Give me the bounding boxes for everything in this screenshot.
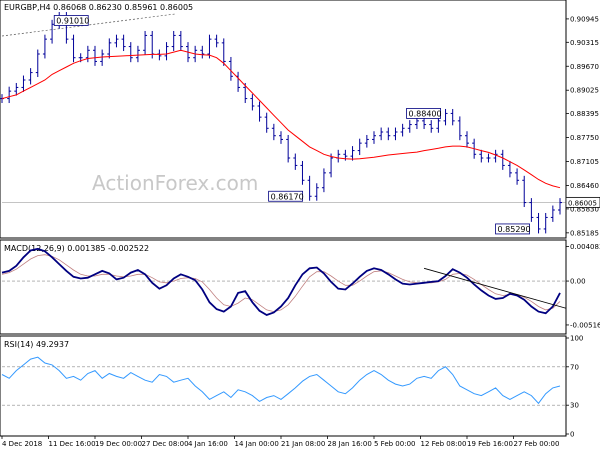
rsi-y-tick-label: 100: [570, 335, 583, 343]
x-tick-label: 19 Dec 00:00: [95, 440, 142, 448]
macd-title: MACD(12,26,9) 0.001385 -0.002522: [4, 244, 149, 253]
macd-y-tick-label: 0.00: [570, 278, 586, 286]
price-y-tick-label: 0.90945: [570, 15, 599, 23]
price-callout: 0.85290: [495, 223, 531, 235]
eurgbp-chart: ActionForex.com EURGBP,H4 0.86068 0.8623…: [0, 0, 600, 448]
x-tick-label: 4 Jan 16:00: [188, 440, 228, 448]
price-y-tick-label: 0.89025: [570, 87, 599, 95]
current-price-marker: 0.86005: [565, 196, 600, 208]
x-tick-label: 28 Jan 16:00: [328, 440, 372, 448]
price-y-tick-label: 0.87750: [570, 134, 599, 142]
price-y-tick-label: 0.86460: [570, 182, 599, 190]
rsi-title: RSI(14) 49.2937: [4, 340, 69, 349]
x-tick-label: 12 Feb 08:00: [421, 440, 467, 448]
macd-y-tick-label: 0.004083: [570, 243, 600, 251]
x-tick-label: 21 Jan 08:00: [281, 440, 325, 448]
rsi-y-tick-label: 70: [570, 363, 579, 371]
rsi-panel-frame: [0, 335, 567, 437]
price-title: EURGBP,H4 0.86068 0.86230 0.85961 0.8600…: [4, 3, 193, 12]
macd-panel-frame: [0, 239, 567, 335]
x-tick-label: 5 Feb 00:00: [374, 440, 415, 448]
price-y-tick-label: 0.85185: [570, 229, 599, 237]
price-callout: 0.88400: [406, 108, 442, 119]
x-tick-label: 27 Feb 00:00: [514, 440, 560, 448]
price-callout: 0.91010: [53, 15, 89, 26]
price-callout-label: 0.85290: [498, 225, 531, 234]
x-tick-label: 14 Jan 00:00: [235, 440, 279, 448]
x-tick-label: 19 Feb 16:00: [467, 440, 513, 448]
rsi-y-tick-label: 0: [570, 431, 574, 439]
price-y-tick-label: 0.88395: [570, 110, 599, 118]
x-tick-label: 4 Dec 2018: [2, 440, 42, 448]
price-callout-label: 0.91010: [56, 16, 89, 25]
price-callout: 0.86170: [268, 190, 304, 202]
macd-y-tick-label: -0.005169: [570, 321, 600, 329]
rsi-y-tick-label: 30: [570, 402, 579, 410]
price-callout-label: 0.86170: [271, 192, 304, 201]
watermark: ActionForex.com: [92, 171, 258, 195]
price-y-tick-label: 0.90315: [570, 39, 599, 47]
current-price-label: 0.86005: [568, 199, 597, 207]
price-y-tick-label: 0.87105: [570, 158, 599, 166]
x-tick-label: 11 Dec 16:00: [49, 440, 96, 448]
price-callout-label: 0.88400: [409, 109, 442, 118]
x-tick-label: 27 Dec 08:00: [142, 440, 189, 448]
price-y-tick-label: 0.89670: [570, 63, 599, 71]
